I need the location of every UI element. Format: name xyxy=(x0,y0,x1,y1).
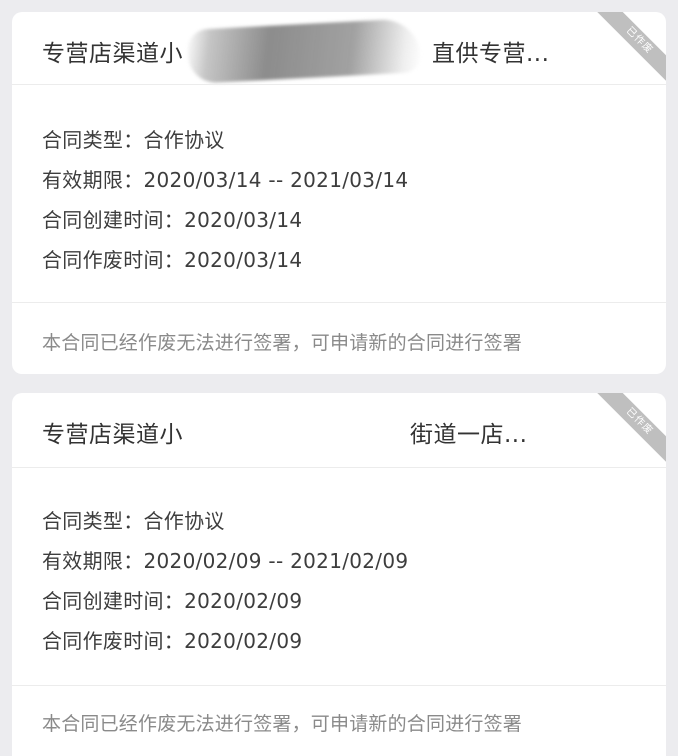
divider xyxy=(12,685,666,686)
void-notice: 本合同已经作废无法进行签署，可申请新的合同进行签署 xyxy=(42,332,523,354)
validity-period-row: 有效期限：2020/03/14 -- 2021/03/14 xyxy=(42,168,409,192)
status-ribbon-label: 已作废 xyxy=(593,12,666,87)
divider xyxy=(12,302,666,303)
contract-title-start: 专营店渠道小 xyxy=(42,41,183,67)
contract-type-row: 合同类型：合作协议 xyxy=(42,128,225,152)
status-ribbon: 已作废 xyxy=(586,393,666,473)
contract-title-end: 直供专营... xyxy=(432,41,550,67)
created-time-row: 合同创建时间：2020/03/14 xyxy=(42,208,303,232)
divider xyxy=(12,467,666,468)
contract-title-start: 专营店渠道小 xyxy=(42,422,183,448)
validity-period-row: 有效期限：2020/02/09 -- 2021/02/09 xyxy=(42,549,409,573)
contract-card[interactable]: 专营店渠道小 街道一店... 已作废 合同类型：合作协议 有效期限：2020/0… xyxy=(12,393,666,756)
void-notice: 本合同已经作废无法进行签署，可申请新的合同进行签署 xyxy=(42,713,523,735)
redaction-mark xyxy=(184,415,406,451)
contract-card[interactable]: 专营店渠道小 直供专营... 已作废 合同类型：合作协议 有效期限：2020/0… xyxy=(12,12,666,374)
status-ribbon-label: 已作废 xyxy=(593,393,666,468)
voided-time-row: 合同作废时间：2020/02/09 xyxy=(42,629,303,653)
status-ribbon: 已作废 xyxy=(586,12,666,92)
created-time-row: 合同创建时间：2020/02/09 xyxy=(42,589,303,613)
divider xyxy=(12,84,666,85)
voided-time-row: 合同作废时间：2020/03/14 xyxy=(42,248,303,272)
contract-title-end: 街道一店... xyxy=(410,422,528,448)
contract-type-row: 合同类型：合作协议 xyxy=(42,509,225,533)
redaction-mark xyxy=(186,17,422,85)
